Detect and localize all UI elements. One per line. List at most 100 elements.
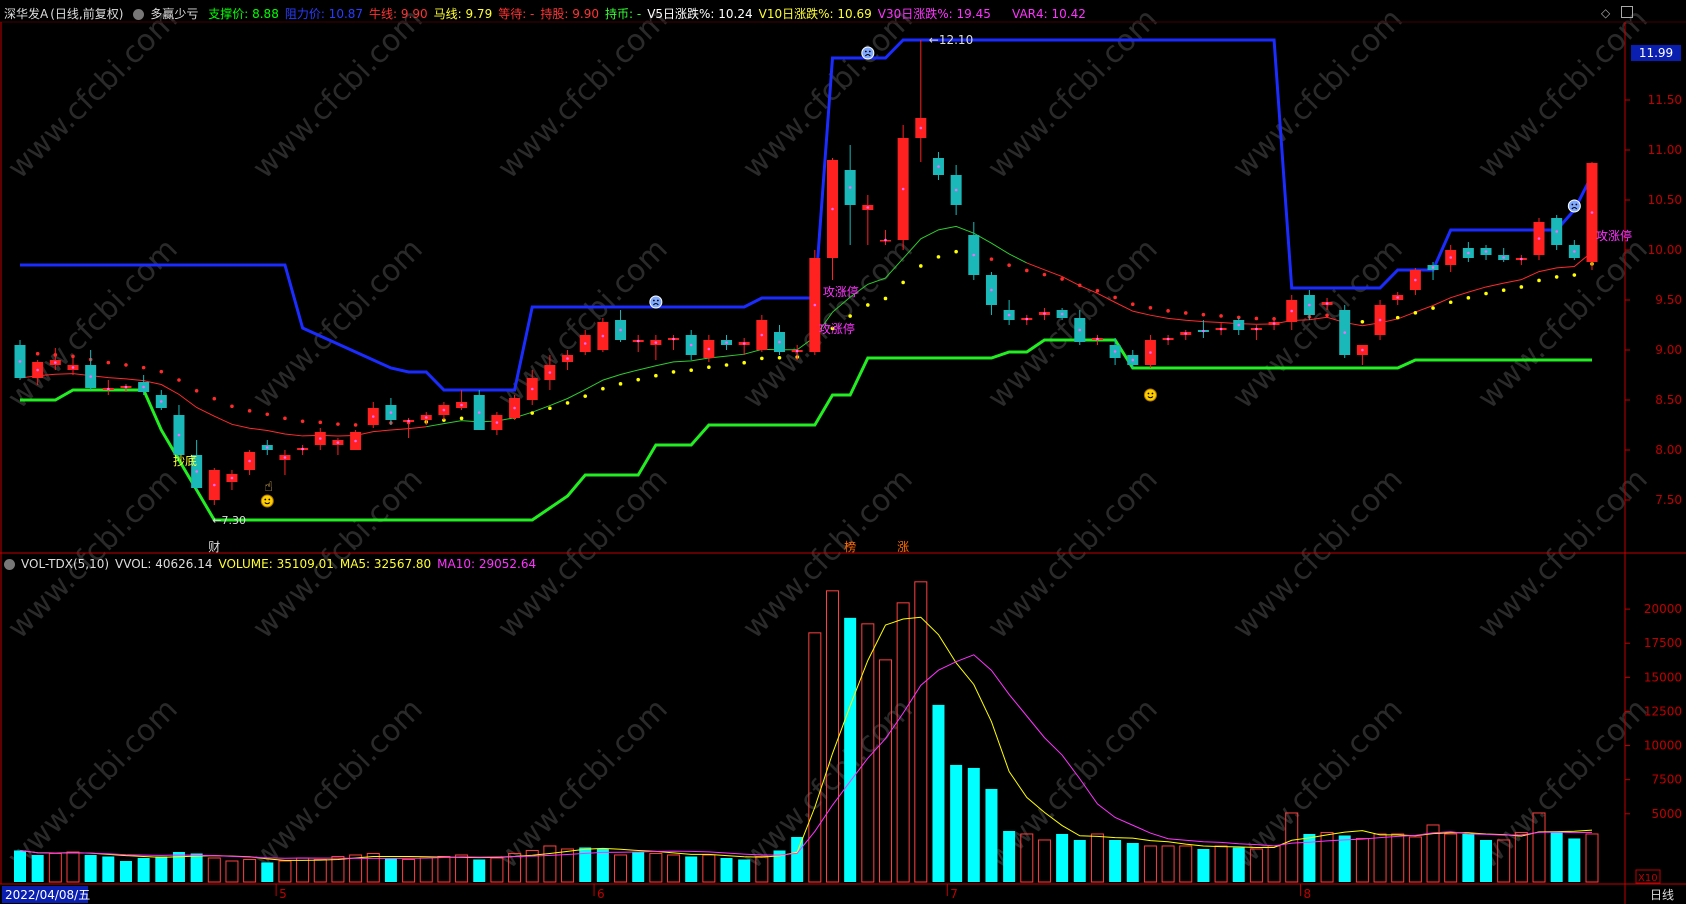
candle-marker bbox=[1202, 329, 1205, 333]
face-eye bbox=[868, 50, 871, 53]
trend-dot-red bbox=[1166, 309, 1170, 313]
volume-bar bbox=[84, 854, 97, 882]
volume-bar bbox=[102, 856, 115, 882]
volume-bar bbox=[437, 855, 451, 883]
candle-marker bbox=[725, 341, 728, 344]
candle-marker bbox=[1590, 211, 1594, 214]
candle-marker bbox=[89, 375, 92, 378]
volume-bar bbox=[1320, 831, 1334, 883]
volume-bar bbox=[1568, 838, 1581, 882]
candle-marker bbox=[1096, 337, 1099, 341]
trend-dot-red bbox=[1254, 316, 1259, 321]
trend-dot-red bbox=[1201, 312, 1206, 317]
face-circle bbox=[861, 46, 875, 60]
volume-bar bbox=[738, 859, 751, 882]
trend-dot-red bbox=[1077, 283, 1082, 288]
candle-marker bbox=[1060, 312, 1064, 316]
candle-marker bbox=[1325, 302, 1329, 305]
price-tick-label: 8.50 bbox=[1655, 393, 1682, 407]
face-circle bbox=[1143, 388, 1157, 402]
trend-dot-yellow bbox=[1431, 306, 1435, 310]
candle-marker bbox=[1484, 250, 1488, 253]
candle-marker bbox=[371, 415, 375, 418]
trend-dot-red bbox=[247, 409, 252, 413]
candle-marker bbox=[301, 447, 304, 451]
high-price-label: ←12.10 bbox=[929, 33, 973, 47]
candle-marker bbox=[1290, 309, 1294, 313]
trend-dot-red bbox=[159, 369, 164, 374]
candle-marker bbox=[248, 459, 251, 463]
diamond-icon[interactable]: ◇ bbox=[1601, 6, 1610, 20]
chart-canvas[interactable]: www.cfcbi.com www.cfcbi.com www.cfcbi.com w… bbox=[0, 0, 1686, 904]
volume-tick-label: 17500 bbox=[1644, 636, 1682, 650]
trend-dot-yellow bbox=[1448, 300, 1453, 305]
indicator-item: 持股: 9.90 bbox=[540, 7, 599, 21]
candle-marker bbox=[1555, 230, 1558, 233]
stock-name[interactable]: 深华发A bbox=[4, 7, 48, 21]
candle-marker bbox=[354, 439, 357, 443]
watermark-text: www.cfcbi.com bbox=[981, 2, 1165, 186]
sad-face-icon bbox=[1567, 199, 1581, 213]
indicator-item: 持币: - bbox=[604, 7, 642, 21]
current-date: 2022/04/08/五 bbox=[5, 888, 90, 902]
volume-header: VOL-TDX(5,10) VVOL: 40626.14 VOLUME: 35109… bbox=[4, 554, 542, 574]
volume-bar bbox=[384, 857, 397, 882]
volume-bar bbox=[667, 854, 681, 883]
candle-marker bbox=[1113, 350, 1117, 353]
candle-marker bbox=[831, 207, 834, 211]
volume-value: VOLUME: 35109.01 bbox=[218, 557, 334, 571]
volume-bar bbox=[950, 764, 963, 882]
maximize-icon[interactable] bbox=[1621, 6, 1633, 18]
candle-marker bbox=[160, 400, 163, 403]
price-tick-label: 9.00 bbox=[1655, 343, 1682, 357]
candle-marker bbox=[230, 476, 234, 480]
candle-marker bbox=[654, 341, 658, 344]
volume-bar bbox=[1179, 845, 1193, 883]
volume-bar bbox=[190, 853, 203, 882]
candle-marker bbox=[619, 328, 622, 332]
trend-dot-red bbox=[1060, 277, 1064, 281]
trend-dot-red bbox=[318, 420, 323, 425]
candle-marker bbox=[1272, 322, 1276, 325]
trend-dot-yellow bbox=[530, 411, 535, 415]
trend-dot-yellow bbox=[777, 355, 782, 360]
trend-dot-yellow bbox=[919, 264, 923, 268]
finance-marker: 财 bbox=[208, 540, 220, 554]
volume-bar bbox=[543, 845, 557, 883]
limit-up-label: 攻涨停 bbox=[1596, 228, 1632, 243]
trend-dot-yellow bbox=[565, 401, 570, 405]
candle-marker bbox=[1520, 257, 1523, 261]
candle-marker bbox=[1449, 256, 1452, 259]
trend-dot-red bbox=[177, 378, 181, 382]
indicator-settings-icon[interactable] bbox=[133, 9, 145, 20]
candle-marker bbox=[1025, 317, 1029, 321]
trend-dot-red bbox=[1095, 288, 1100, 293]
ma-line-red bbox=[19, 373, 427, 437]
candle-marker bbox=[990, 288, 993, 292]
trend-dot-yellow bbox=[583, 394, 588, 398]
trend-dot-red bbox=[353, 423, 358, 427]
vol-indicator-name[interactable]: VOL-TDX(5,10) bbox=[21, 557, 109, 571]
watermark-text: www.cfcbi.com bbox=[1471, 462, 1655, 646]
face-eye bbox=[1571, 203, 1574, 206]
face-eye bbox=[268, 498, 271, 501]
trend-dot-red bbox=[212, 396, 217, 401]
volume-bar bbox=[1373, 833, 1387, 883]
volume-tick-label: 20000 bbox=[1644, 602, 1682, 616]
candle-marker bbox=[177, 433, 181, 437]
volume-bar bbox=[473, 859, 486, 882]
watermark-text: www.cfcbi.com bbox=[981, 462, 1165, 646]
indicator-name[interactable]: 多赢少亏 bbox=[150, 7, 198, 21]
trend-dot-red bbox=[141, 365, 146, 370]
watermark-text: www.cfcbi.com bbox=[246, 2, 430, 186]
vvol-value: VVOL: 40626.14 bbox=[115, 557, 213, 571]
volume-bar bbox=[225, 860, 239, 883]
trend-dot-yellow bbox=[1501, 288, 1506, 292]
volume-bar bbox=[261, 862, 274, 882]
face-eye bbox=[864, 50, 867, 53]
indicator-item: 牛线: 9.90 bbox=[369, 7, 428, 21]
trend-dot-red bbox=[230, 404, 234, 409]
price-tick-label: 9.50 bbox=[1655, 293, 1682, 307]
volume-settings-icon[interactable] bbox=[4, 559, 15, 570]
volume-bar bbox=[419, 857, 433, 883]
